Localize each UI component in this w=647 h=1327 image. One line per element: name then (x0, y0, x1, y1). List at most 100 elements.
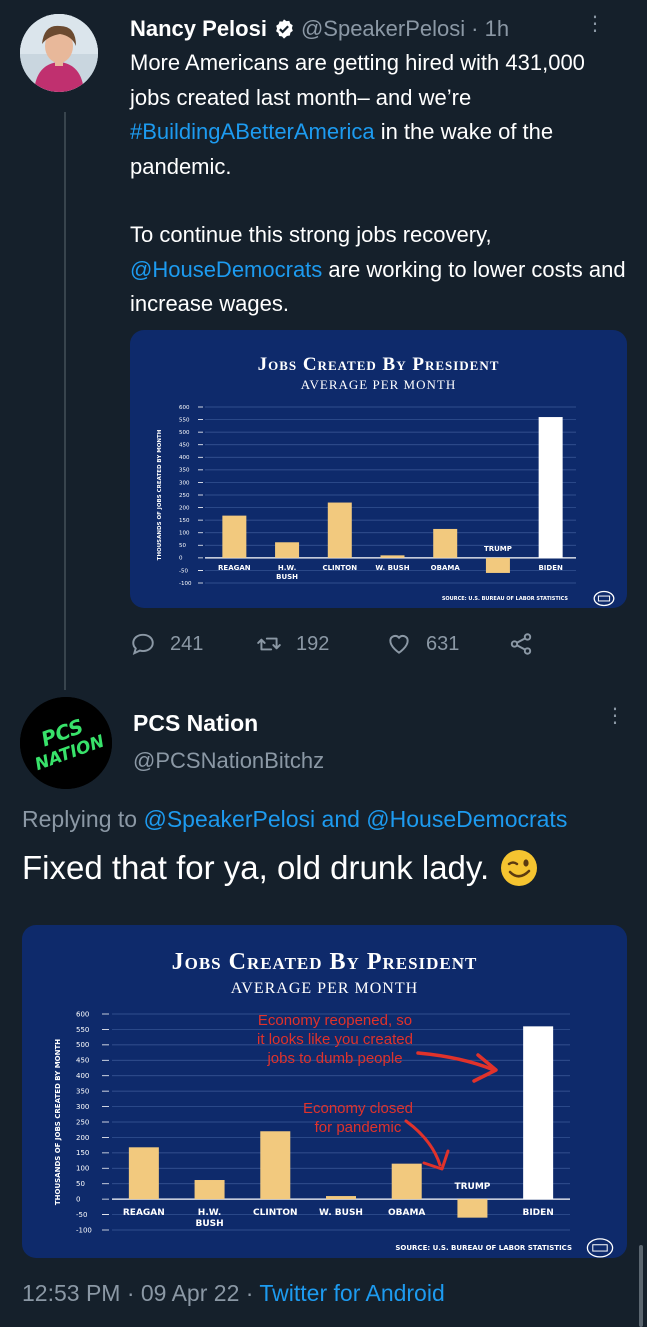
y-tick-label: 0 (76, 1195, 80, 1203)
y-tick-label: 300 (76, 1103, 89, 1111)
chart-subtitle: AVERAGE PER MONTH (301, 377, 456, 392)
avatar-nancy-pelosi[interactable] (20, 14, 98, 92)
tweet-actions: 241 192 631 (130, 626, 560, 662)
y-tick-label: 250 (179, 493, 190, 499)
scrollbar[interactable] (639, 1245, 643, 1327)
bar-reagan (128, 1147, 159, 1200)
tweet-image-chart[interactable]: Jobs Created By President AVERAGE PER MON… (130, 330, 627, 608)
category-label: TRUMP (454, 1182, 490, 1192)
replying-mention-1[interactable]: @SpeakerPelosi (143, 806, 315, 832)
bar-biden (538, 417, 563, 558)
replying-prefix: Replying to (22, 806, 144, 832)
bar-w-bush (326, 1196, 356, 1200)
reply-text-content: Fixed that for ya, old drunk lady. (22, 849, 490, 886)
replying-and: and (315, 806, 367, 832)
y-axis-label: THOUSANDS OF JOBS CREATED BY MONTH (54, 1039, 62, 1205)
annotation-closed: for pandemic (315, 1119, 402, 1136)
y-tick-label: -100 (76, 1226, 92, 1234)
annotation-reopened: jobs to dumb people (266, 1050, 402, 1067)
y-tick-label: 400 (76, 1072, 89, 1080)
category-label: REAGAN (218, 564, 251, 572)
y-tick-label: 200 (179, 505, 190, 511)
like-action[interactable]: 631 (386, 631, 508, 657)
y-tick-label: 150 (179, 518, 190, 524)
share-icon (510, 633, 532, 655)
tweet-text-part: To continue this strong jobs recovery, (130, 222, 492, 247)
bar-clinton (260, 1131, 291, 1200)
like-count: 631 (426, 632, 460, 655)
retweet-action[interactable]: 192 (256, 631, 386, 657)
bar-w-bush (380, 555, 405, 558)
y-tick-label: 250 (76, 1118, 89, 1126)
category-label: OBAMA (388, 1208, 425, 1218)
y-tick-label: 450 (76, 1057, 89, 1065)
y-tick-label: 0 (179, 556, 183, 562)
annotation-reopened: Economy reopened, so (258, 1012, 412, 1029)
retweet-count: 192 (296, 632, 330, 655)
replying-mention-2[interactable]: @HouseDemocrats (366, 806, 567, 832)
y-tick-label: 400 (179, 455, 190, 461)
more-options-icon[interactable]: ⋮ (583, 14, 607, 44)
source-label: SOURCE: U.S. BUREAU OF LABOR STATISTICS (395, 1244, 572, 1252)
bar-h-w- (275, 542, 300, 558)
reply-author-name[interactable]: PCS Nation (133, 710, 258, 737)
seal-outline (593, 590, 615, 607)
category-label: BUSH (195, 1219, 223, 1229)
category-label: TRUMP (484, 545, 512, 553)
winking-face-emoji-icon (501, 850, 538, 886)
y-tick-label: 600 (76, 1010, 89, 1018)
chart-title: Jobs Created By President (172, 949, 478, 975)
annotation-reopened: it looks like you created (257, 1031, 413, 1048)
reply-more-options-icon[interactable]: ⋮ (603, 706, 627, 736)
annotation-arrow-trump (404, 1119, 442, 1167)
category-label: OBAMA (431, 564, 461, 572)
reply-image-chart[interactable]: Jobs Created By President AVERAGE PER MON… (22, 925, 627, 1258)
category-label: BIDEN (522, 1208, 553, 1218)
category-label: H.W. (198, 1208, 222, 1218)
y-tick-label: 300 (179, 480, 190, 486)
category-label: W. BUSH (375, 564, 409, 572)
tweet-text-part: More Americans are getting hired with 43… (130, 50, 585, 110)
y-axis-label: THOUSANDS OF JOBS CREATED BY MONTH (157, 429, 163, 560)
seal-building (597, 595, 611, 602)
thread-connector-line (64, 112, 66, 690)
share-action[interactable] (508, 631, 548, 657)
seal-outline (586, 1238, 614, 1258)
avatar-pcs-nation[interactable]: PCS NATION (20, 697, 112, 789)
author-name[interactable]: Nancy Pelosi (130, 16, 267, 42)
y-tick-label: 100 (179, 531, 190, 537)
reply-text: Fixed that for ya, old drunk lady. (22, 848, 539, 888)
y-tick-label: -100 (179, 581, 192, 587)
y-tick-label: -50 (179, 568, 188, 574)
category-label: W. BUSH (319, 1208, 363, 1218)
chart-title: Jobs Created By President (258, 354, 500, 375)
y-tick-label: 450 (179, 443, 190, 449)
tweet-footer: 12:53 PM · 09 Apr 22 · Twitter for Andro… (22, 1280, 445, 1307)
author-handle[interactable]: @SpeakerPelosi (301, 16, 465, 42)
replying-to: Replying to @SpeakerPelosi and @HouseDem… (22, 806, 567, 833)
y-tick-label: 50 (76, 1180, 85, 1188)
reply-action[interactable]: 241 (130, 631, 256, 657)
avatar-portrait-icon (20, 14, 98, 92)
y-tick-label: 350 (179, 468, 190, 474)
bar-h-w- (194, 1180, 225, 1200)
category-label: BUSH (276, 573, 298, 581)
hashtag-link[interactable]: #BuildingABetterAmerica (130, 119, 375, 144)
tweet-timestamp[interactable]: 12:53 PM · 09 Apr 22 · (22, 1280, 259, 1306)
tweet-time[interactable]: · 1h (471, 16, 509, 42)
y-tick-label: 500 (179, 430, 190, 436)
reply-author-handle[interactable]: @PCSNationBitchz (133, 748, 324, 774)
chart-subtitle: AVERAGE PER MONTH (231, 980, 418, 997)
tweet-source-link[interactable]: Twitter for Android (259, 1280, 444, 1306)
y-tick-label: 600 (179, 405, 190, 411)
retweet-icon (257, 637, 281, 651)
reply-count: 241 (170, 632, 204, 655)
tweet-header: Nancy Pelosi @SpeakerPelosi · 1h ⋮ (130, 14, 627, 44)
seal-building (592, 1244, 608, 1252)
y-tick-label: 50 (179, 543, 186, 549)
heart-icon (389, 634, 409, 654)
bar-clinton (327, 502, 352, 558)
mention-link[interactable]: @HouseDemocrats (130, 257, 322, 282)
jobs-chart-annotated: Jobs Created By President AVERAGE PER MON… (54, 949, 614, 1258)
jobs-chart-original: Jobs Created By President AVERAGE PER MON… (157, 354, 615, 607)
